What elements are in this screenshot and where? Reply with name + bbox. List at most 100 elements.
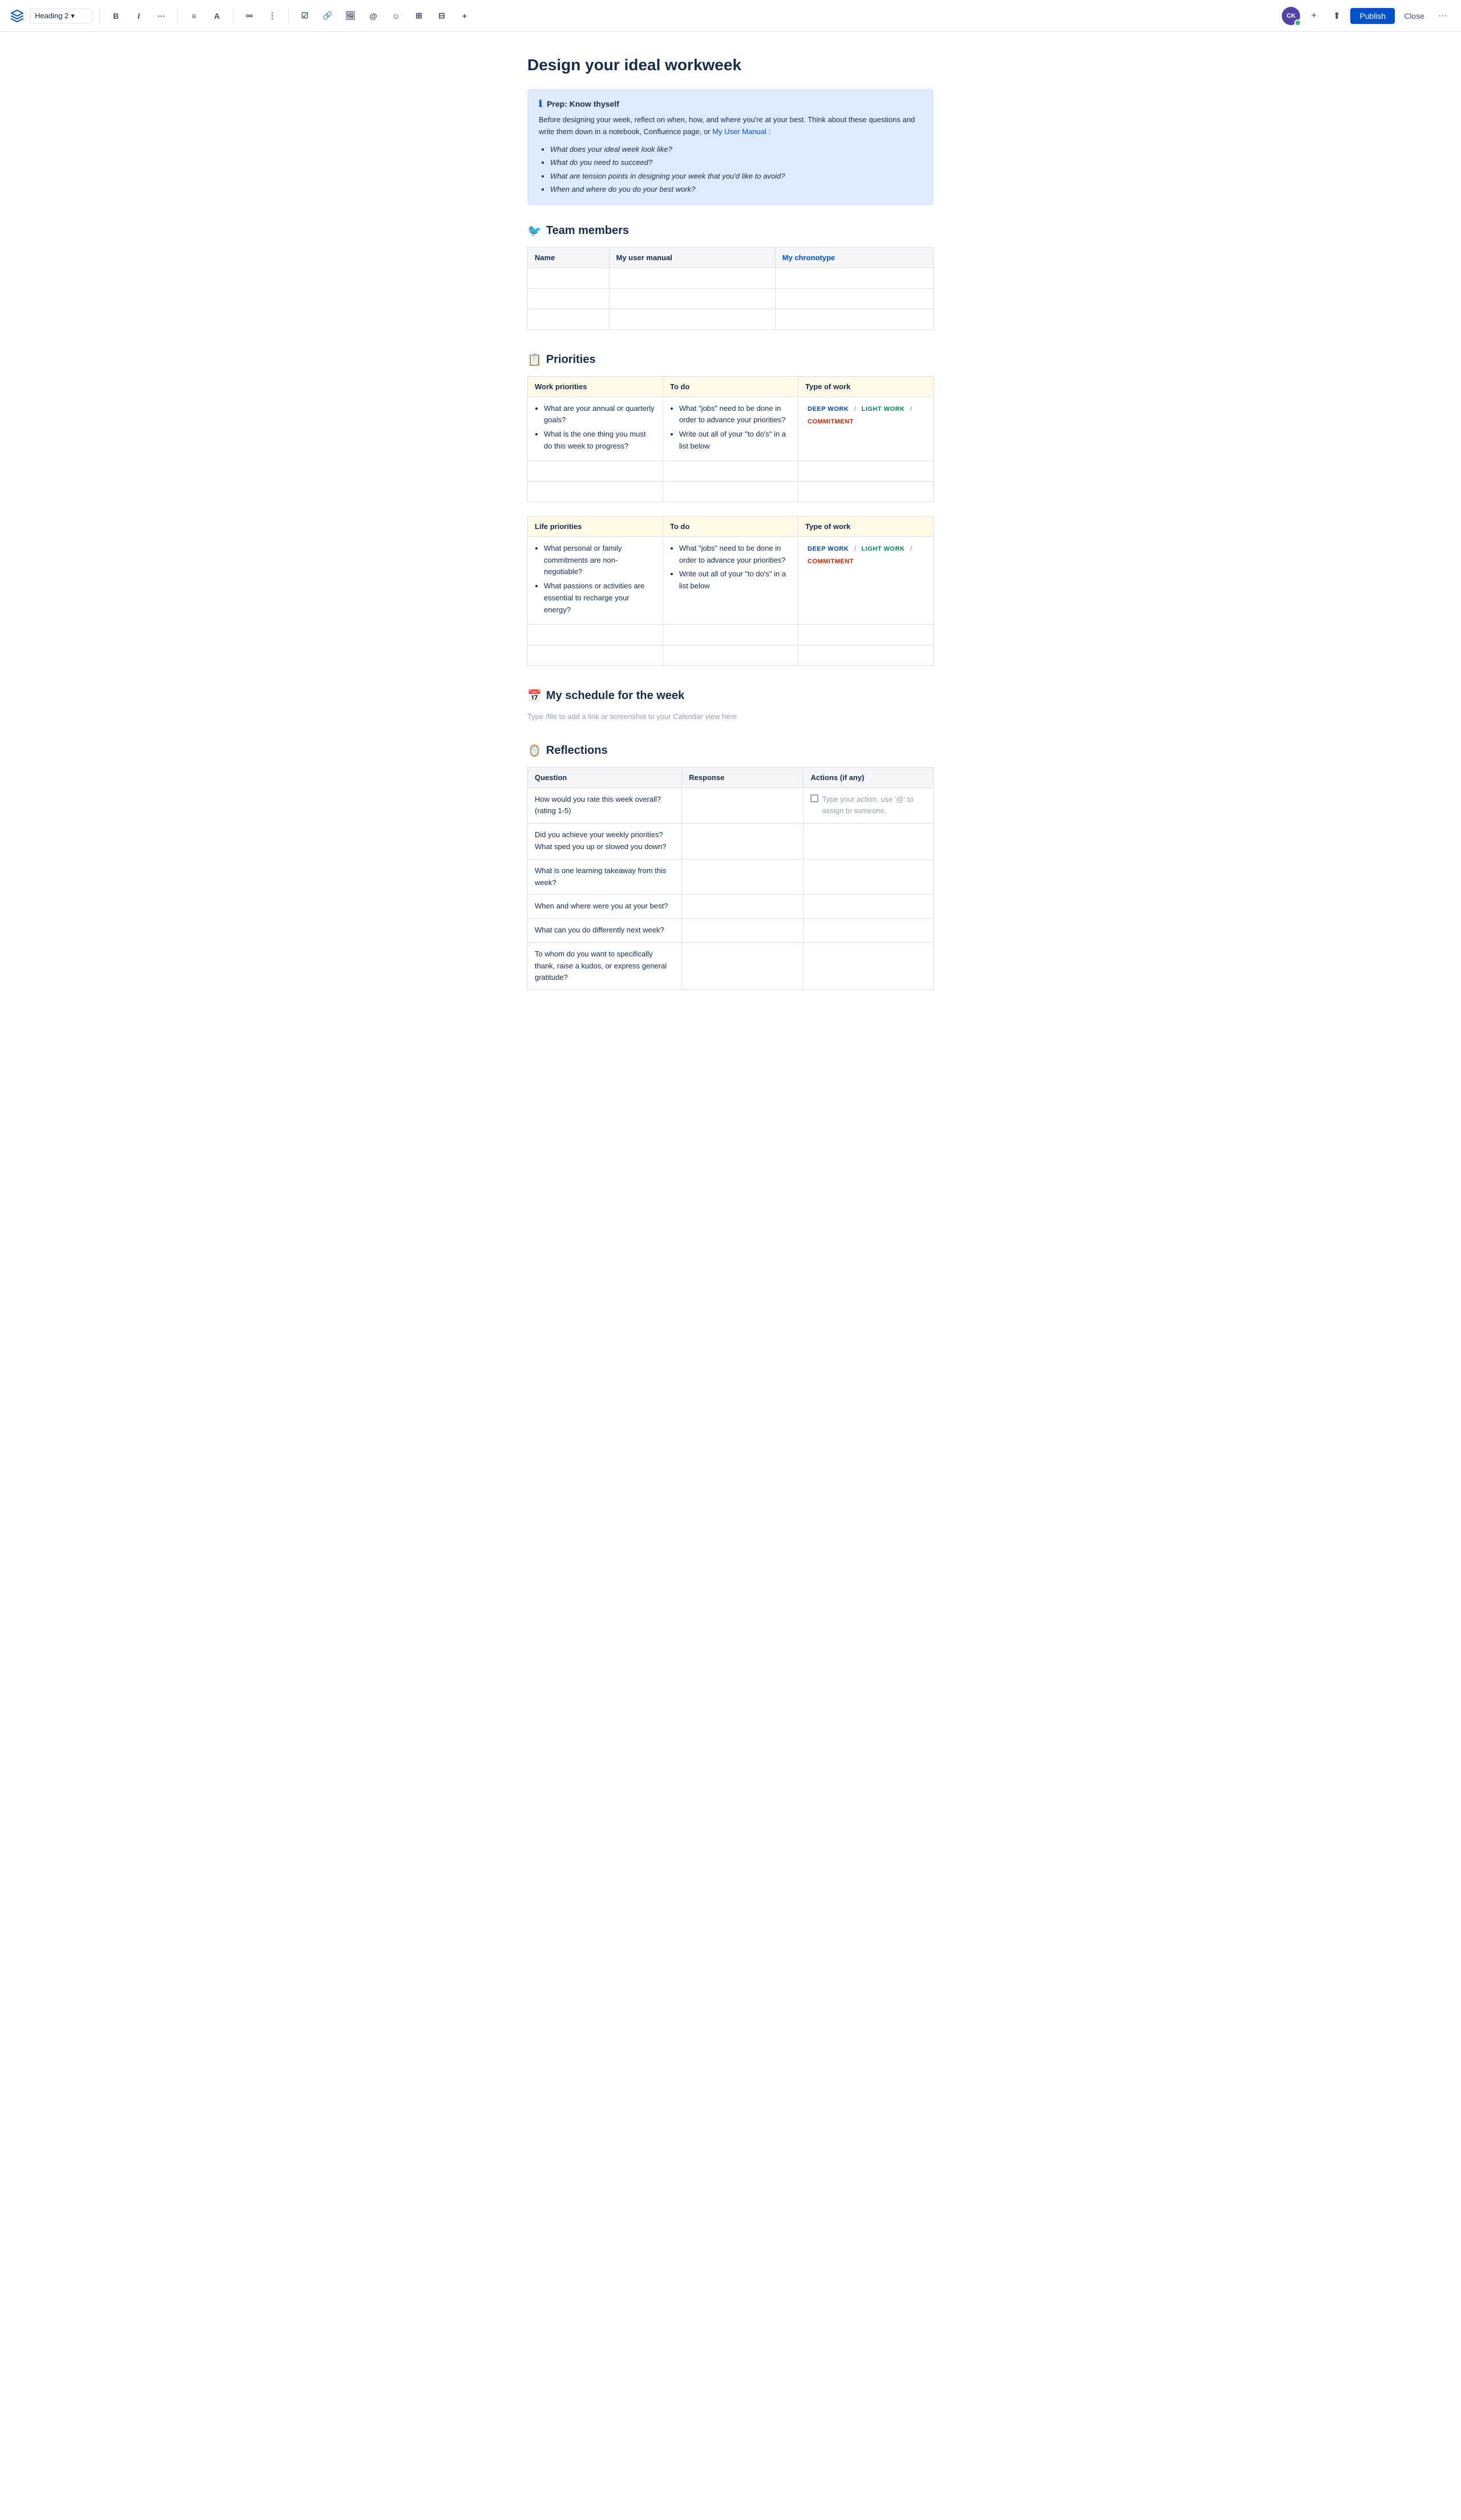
team-cell[interactable]	[528, 309, 610, 329]
share-button[interactable]: ⬆	[1327, 7, 1346, 25]
more-formatting-button[interactable]: ···	[152, 7, 171, 25]
life-priorities-table: Life priorities To do Type of work What …	[527, 516, 934, 666]
more-options-button[interactable]: ···	[1434, 7, 1452, 25]
refl-response-5[interactable]	[682, 919, 804, 943]
action-placeholder: Type your action, use '@' to assign to s…	[822, 794, 926, 818]
tag-separator: /	[854, 406, 856, 413]
team-cell[interactable]	[528, 288, 610, 309]
close-button[interactable]: Close	[1399, 8, 1429, 24]
refl-response-6[interactable]	[682, 942, 804, 990]
team-table-header-row: Name My user manual My chronotype	[528, 247, 934, 268]
table-row: What are your annual or quarterly goals?…	[528, 397, 934, 461]
info-box-title: Prep: Know thyself	[547, 99, 619, 108]
add-collaborator-button[interactable]: +	[1305, 7, 1323, 25]
work-cell[interactable]	[798, 481, 934, 502]
ordered-list-button[interactable]: ⋮	[263, 7, 281, 25]
refl-action-3[interactable]	[804, 859, 934, 895]
refl-action-5[interactable]	[804, 919, 934, 943]
life-priorities-cell[interactable]: What personal or family commitments are …	[528, 536, 663, 624]
table-row: What can you do differently next week?	[528, 919, 934, 943]
priorities-title-text: Priorities	[546, 353, 596, 366]
task-button[interactable]: ☑	[296, 7, 314, 25]
bold-button[interactable]: B	[107, 7, 125, 25]
life-cell[interactable]	[798, 624, 934, 645]
image-button[interactable]: 🖼	[341, 7, 360, 25]
italic-button[interactable]: I	[130, 7, 148, 25]
life-cell[interactable]	[528, 624, 663, 645]
table-button[interactable]: ⊞	[410, 7, 428, 25]
schedule-hint: Type /file to add a link or screenshot t…	[527, 712, 934, 721]
avatar-status-badge	[1294, 19, 1301, 26]
work-todo-cell[interactable]: What "jobs" need to be done in order to …	[663, 397, 798, 461]
schedule-section-title: 📅 My schedule for the week	[527, 689, 934, 703]
work-type-cell[interactable]: DEEP WORK / LIGHT WORK / COMMITMENT	[798, 397, 934, 461]
life-priorities-header-row: Life priorities To do Type of work	[528, 516, 934, 536]
life-cell[interactable]	[663, 645, 798, 665]
page-title[interactable]: Design your ideal workweek	[527, 55, 934, 75]
user-manual-link[interactable]: My User Manual	[712, 127, 766, 136]
info-box-body: Before designing your week, reflect on w…	[539, 114, 922, 138]
refl-response-2[interactable]	[682, 823, 804, 859]
life-cell[interactable]	[798, 645, 934, 665]
refl-question-6: To whom do you want to specifically than…	[528, 942, 682, 990]
bullet-list-button[interactable]: ≔	[240, 7, 259, 25]
team-cell[interactable]	[528, 268, 610, 288]
table-row: What is one learning takeaway from this …	[528, 859, 934, 895]
life-cell[interactable]	[528, 645, 663, 665]
work-cell[interactable]	[798, 461, 934, 481]
toolbar-divider-4	[288, 9, 289, 23]
action-checkbox[interactable]	[810, 794, 818, 802]
team-cell[interactable]	[775, 309, 933, 329]
refl-response-1[interactable]	[682, 788, 804, 823]
team-cell[interactable]	[609, 268, 775, 288]
commitment-tag-2: COMMITMENT	[805, 556, 856, 568]
table-row: How would you rate this week overall? (r…	[528, 788, 934, 823]
toolbar-divider-1	[99, 9, 100, 23]
work-priorities-cell[interactable]: What are your annual or quarterly goals?…	[528, 397, 663, 461]
refl-action-1[interactable]: Type your action, use '@' to assign to s…	[804, 788, 934, 823]
reflections-emoji: 🪞	[527, 744, 542, 758]
life-type-cell[interactable]: DEEP WORK / LIGHT WORK / COMMITMENT	[798, 536, 934, 624]
mention-button[interactable]: @	[364, 7, 382, 25]
layout-button[interactable]: ⊟	[433, 7, 451, 25]
publish-button[interactable]: Publish	[1350, 8, 1395, 24]
table-row	[528, 461, 934, 481]
list-item: What personal or family commitments are …	[544, 543, 656, 578]
info-box: ℹ Prep: Know thyself Before designing yo…	[527, 89, 934, 205]
refl-col-response: Response	[682, 767, 804, 788]
insert-more-button[interactable]: +	[455, 7, 474, 25]
work-cell[interactable]	[663, 461, 798, 481]
refl-action-4[interactable]	[804, 895, 934, 919]
table-row	[528, 288, 934, 309]
refl-response-4[interactable]	[682, 895, 804, 919]
team-cell[interactable]	[609, 309, 775, 329]
team-cell[interactable]	[609, 288, 775, 309]
text-color-button[interactable]: A	[208, 7, 226, 25]
align-button[interactable]: ≡	[185, 7, 203, 25]
life-cell[interactable]	[663, 624, 798, 645]
team-cell[interactable]	[775, 288, 933, 309]
schedule-title-text: My schedule for the week	[546, 689, 684, 702]
table-row	[528, 309, 934, 329]
refl-response-3[interactable]	[682, 859, 804, 895]
work-cell[interactable]	[528, 481, 663, 502]
refl-action-2[interactable]	[804, 823, 934, 859]
team-col-manual: My user manual	[609, 247, 775, 268]
work-col-type: Type of work	[798, 376, 934, 397]
list-item: Write out all of your "to do's" in a lis…	[679, 429, 791, 453]
life-todo-cell[interactable]: What "jobs" need to be done in order to …	[663, 536, 798, 624]
priorities-emoji: 📋	[527, 353, 542, 367]
user-avatar[interactable]: CK	[1282, 7, 1300, 25]
work-cell[interactable]	[663, 481, 798, 502]
work-cell[interactable]	[528, 461, 663, 481]
team-cell[interactable]	[775, 268, 933, 288]
heading-selector[interactable]: Heading 2 ▾	[30, 9, 92, 23]
list-item: What are your annual or quarterly goals?	[544, 403, 656, 427]
info-box-bullets: What does your ideal week look like? Wha…	[539, 143, 922, 196]
refl-action-6[interactable]	[804, 942, 934, 990]
table-row	[528, 268, 934, 288]
team-col-name: Name	[528, 247, 610, 268]
link-button[interactable]: 🔗	[318, 7, 337, 25]
list-item: What passions or activities are essentia…	[544, 580, 656, 616]
emoji-button[interactable]: ☺	[387, 7, 405, 25]
